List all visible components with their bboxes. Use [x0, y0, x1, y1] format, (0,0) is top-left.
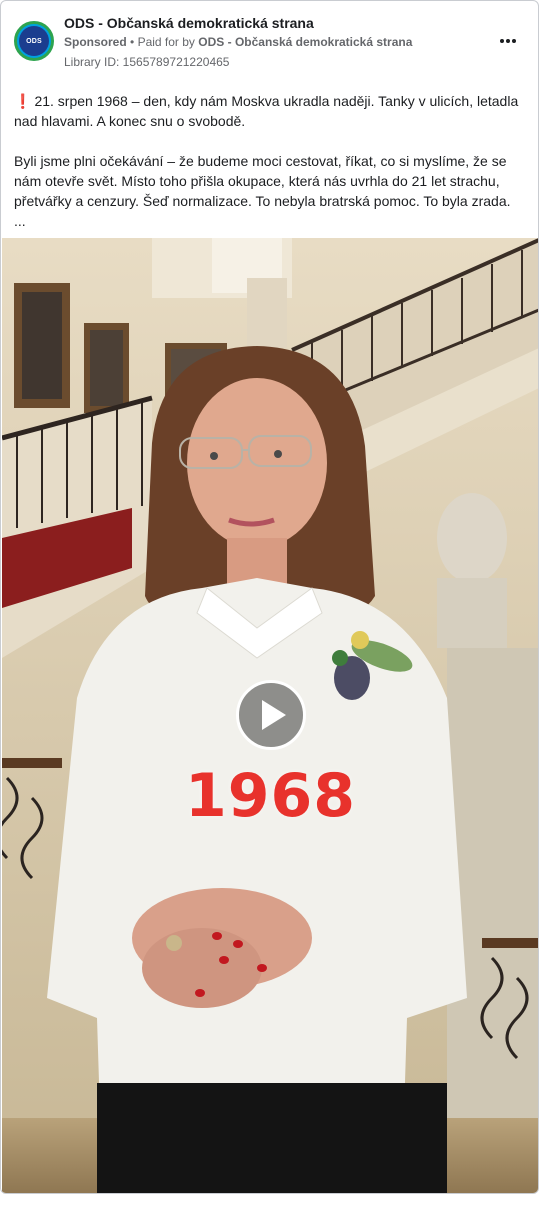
- page-name-link[interactable]: ODS - Občanská demokratická strana: [64, 15, 314, 31]
- video-overlay-year: 1968: [185, 761, 356, 831]
- meta-separator: •: [130, 35, 138, 49]
- ellipsis-text: ...: [14, 213, 26, 229]
- paid-for-prefix: Paid for by: [137, 35, 195, 49]
- ad-body-text: ❗ 21. srpen 1968 – den, kdy nám Moskva uk…: [14, 91, 526, 231]
- sponsored-line: Sponsored • Paid for by ODS - Občanská d…: [64, 35, 412, 49]
- ad-header: ODS ODS - Občanská demokratická strana S…: [1, 1, 538, 73]
- sponsored-label: Sponsored: [64, 35, 127, 49]
- paid-for-name: ODS - Občanská demokratická strana: [198, 35, 413, 49]
- video-player[interactable]: 1968: [2, 238, 538, 1193]
- page-avatar[interactable]: ODS: [14, 21, 54, 61]
- avatar-logo: ODS: [19, 26, 49, 56]
- more-options-button[interactable]: [495, 31, 521, 51]
- see-more-ellipsis[interactable]: ...: [14, 211, 526, 231]
- body-paragraph-2: Byli jsme plni očekávání – že budeme moc…: [14, 153, 511, 209]
- more-dots-icon: [499, 39, 517, 43]
- library-id: Library ID: 1565789721220465: [64, 55, 230, 69]
- body-paragraph-1: ❗ 21. srpen 1968 – den, kdy nám Moskva uk…: [14, 91, 526, 131]
- exclamation-icon: ❗: [14, 93, 32, 109]
- ad-card: ODS ODS - Občanská demokratická strana S…: [0, 0, 539, 1194]
- play-button[interactable]: [236, 680, 306, 750]
- body-paragraph-1-text: 21. srpen 1968 – den, kdy nám Moskva ukr…: [14, 93, 519, 129]
- play-icon: [262, 700, 286, 730]
